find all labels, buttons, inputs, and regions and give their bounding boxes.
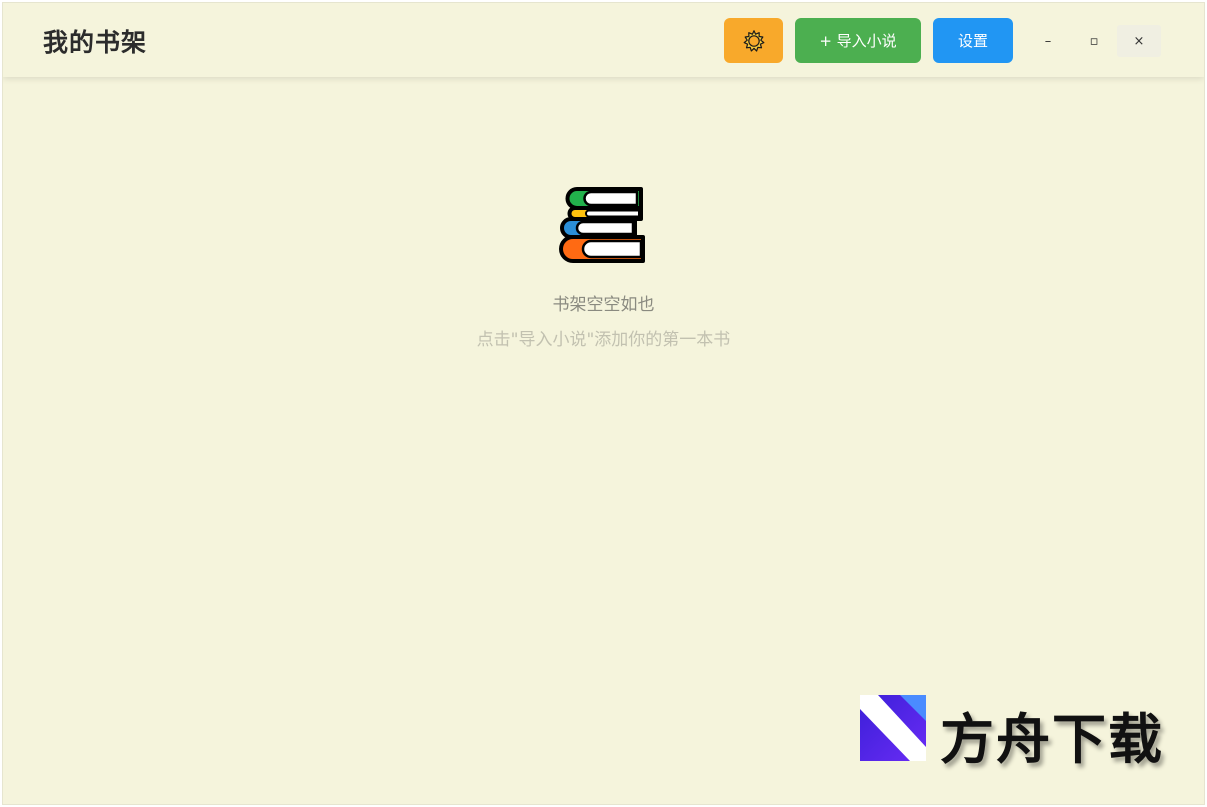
theme-toggle-button[interactable] xyxy=(724,18,783,63)
watermark-logo-icon xyxy=(860,695,926,761)
minimize-button[interactable]: – xyxy=(1026,25,1070,57)
maximize-button[interactable]: ▫ xyxy=(1072,25,1116,57)
import-novel-button[interactable]: + 导入小说 xyxy=(795,18,921,63)
settings-button[interactable]: 设置 xyxy=(933,18,1013,63)
empty-state-hint: 点击"导入小说"添加你的第一本书 xyxy=(476,330,731,350)
books-stack-icon xyxy=(559,187,645,263)
watermark-text: 方舟下载 xyxy=(940,708,1164,771)
title-bar: 我的书架 + 导入小说 设置 – ▫ × xyxy=(3,3,1204,77)
app-window: 我的书架 + 导入小说 设置 – ▫ × 书架空空如也 点击"导入小说"添加你的… xyxy=(3,3,1204,804)
sun-icon xyxy=(743,29,764,52)
watermark: 方舟下载 xyxy=(860,693,1170,771)
empty-state-title: 书架空空如也 xyxy=(552,295,655,315)
close-button[interactable]: × xyxy=(1117,25,1161,57)
app-title: 我的书架 xyxy=(43,28,148,57)
